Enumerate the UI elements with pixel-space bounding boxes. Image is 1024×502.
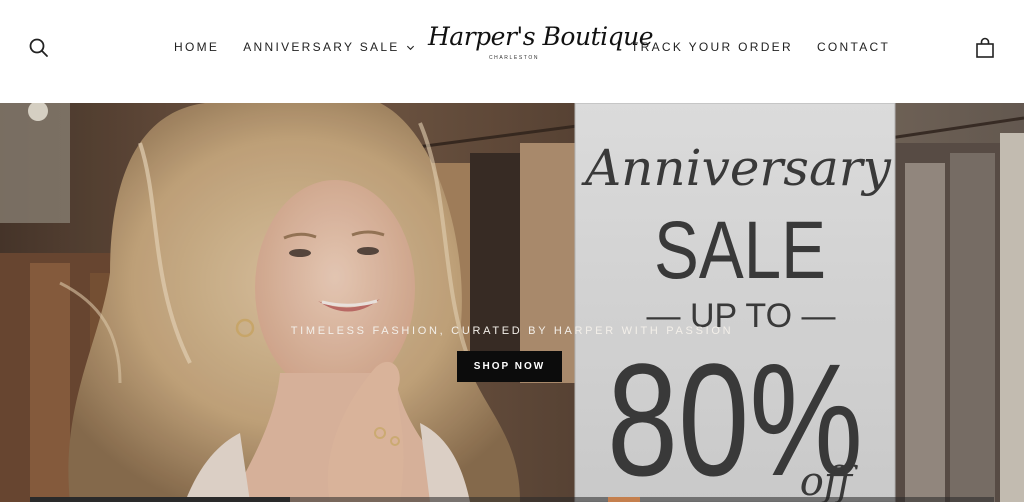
site-header: HOME ANNIVERSARY SALE Harper's Boutique …	[0, 0, 1024, 103]
shop-now-button[interactable]: SHOP NOW	[457, 351, 562, 382]
slideshow-progress[interactable]	[30, 497, 994, 502]
shop-now-label: SHOP NOW	[473, 361, 546, 372]
nav-contact-label: CONTACT	[816, 40, 891, 54]
nav-home-label: HOME	[174, 40, 220, 54]
nav-contact[interactable]: CONTACT	[817, 40, 890, 54]
slideshow-progress-marker	[608, 497, 640, 502]
nav-anniversary-sale[interactable]: ANNIVERSARY SALE	[243, 40, 414, 54]
primary-nav-left: HOME ANNIVERSARY SALE	[174, 40, 439, 54]
nav-track-order-label: TRACK YOUR ORDER	[631, 40, 793, 54]
hero-overlay	[0, 103, 1024, 502]
logo-script-text: Harper's Boutique	[428, 22, 654, 51]
hero-tagline-text: TIMELESS FASHION, CURATED BY HARPER WITH…	[290, 325, 734, 337]
hero-banner: Anniversary SALE — UP TO — 80% off TIMEL…	[0, 103, 1024, 502]
logo-location-text: CHARLESTON	[488, 55, 540, 61]
shopping-bag-icon	[976, 37, 994, 58]
nav-anniversary-sale-label: ANNIVERSARY SALE	[243, 40, 400, 54]
primary-nav-right: TRACK YOUR ORDER CONTACT	[631, 40, 914, 54]
hero-tagline: TIMELESS FASHION, CURATED BY HARPER WITH…	[0, 325, 1024, 337]
cart-button[interactable]	[975, 37, 995, 59]
search-button[interactable]	[28, 37, 50, 59]
search-icon	[29, 38, 48, 57]
nav-track-order[interactable]: TRACK YOUR ORDER	[631, 40, 793, 54]
boutique-logo[interactable]: Harper's Boutique CHARLESTON	[428, 22, 654, 72]
nav-home[interactable]: HOME	[174, 40, 219, 54]
chevron-down-icon	[406, 45, 414, 50]
slideshow-progress-fill	[30, 497, 290, 502]
